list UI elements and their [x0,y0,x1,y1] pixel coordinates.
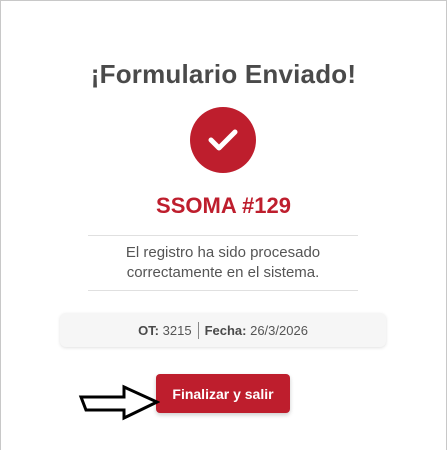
success-dialog: ¡Formulario Enviado! SSOMA #129 El regis… [0,0,447,450]
info-separator [197,321,199,339]
arrow-right-icon [78,384,160,421]
fecha-value: 26/3/2026 [250,322,308,338]
dialog-top-border [0,0,447,1]
info-summary: OT: 3215 Fecha: 26/3/2026 [60,313,386,347]
form-code: SSOMA #129 [156,193,291,218]
dialog-title: ¡Formulario Enviado! [90,59,357,89]
finish-and-exit-button[interactable]: Finalizar y salir [156,374,290,413]
success-check-badge [190,107,256,173]
confirmation-message: El registro ha sido procesado correctame… [125,244,321,281]
fecha-label: Fecha: [204,322,247,338]
ot-label: OT: [138,322,160,338]
check-icon [208,129,238,151]
confirmation-message-box: El registro ha sido procesado correctame… [88,235,358,291]
ot-value: 3215 [162,322,192,338]
